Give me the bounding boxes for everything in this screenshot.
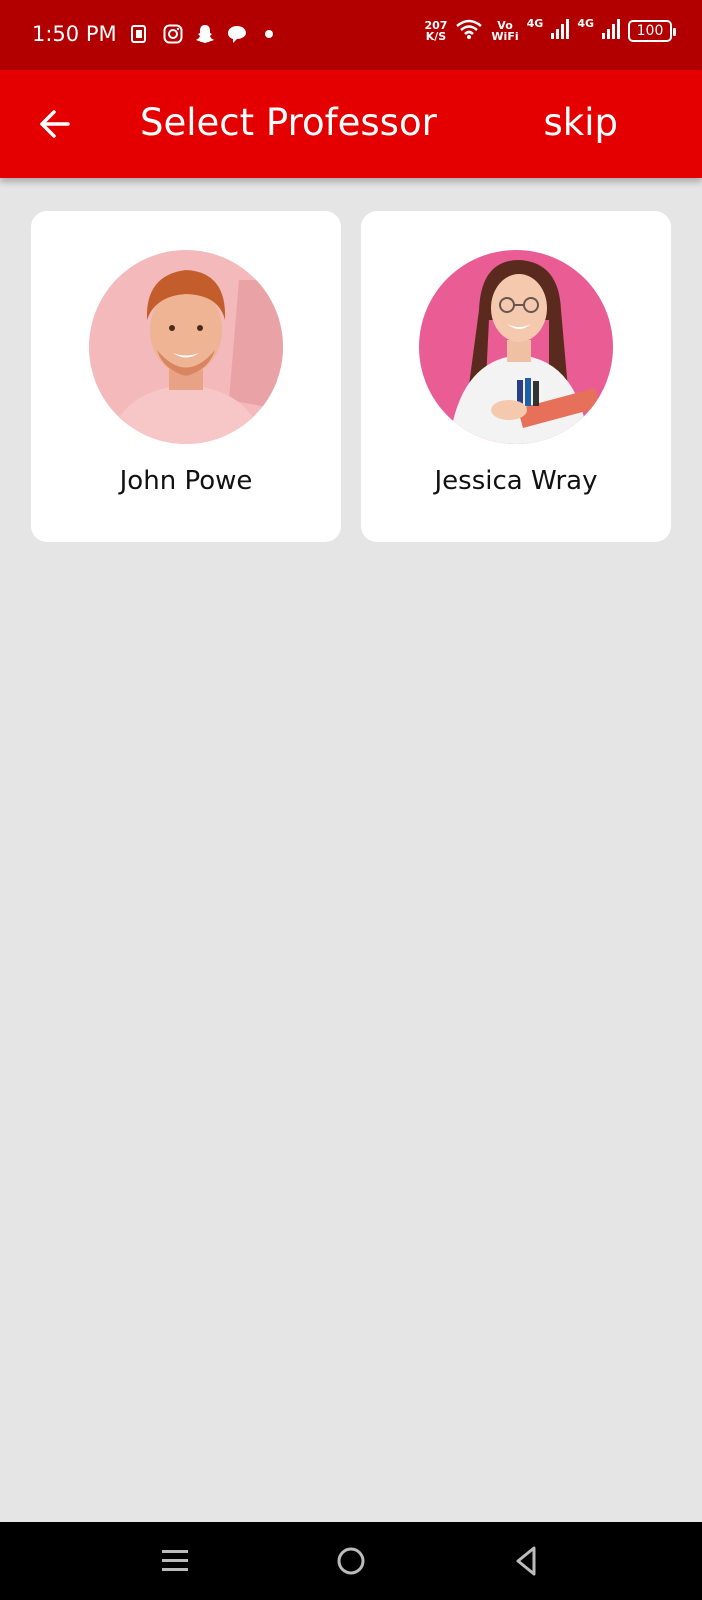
snapchat-icon (195, 24, 215, 44)
professor-grid: John Powe Jessica Wray (31, 211, 671, 542)
page-title: Select Professor (140, 101, 437, 144)
instagram-icon (163, 24, 183, 44)
network-type-2: 4G (577, 16, 594, 30)
status-bar: 1:50 PM 207 K/S Vo WiFi 4G 4G 100 (0, 0, 702, 70)
app-bar: Select Professor skip (0, 70, 702, 178)
signal-icon-1 (551, 18, 570, 44)
wifi-icon (455, 18, 483, 44)
notification-icons (131, 24, 279, 44)
battery-level: 100 (636, 23, 664, 39)
recent-apps-icon[interactable] (158, 1544, 192, 1578)
avatar (419, 250, 613, 444)
home-icon[interactable] (334, 1544, 368, 1578)
skip-button[interactable]: skip (544, 101, 618, 144)
dot-icon (259, 24, 279, 44)
professor-card[interactable]: Jessica Wray (361, 211, 671, 542)
professor-name: John Powe (119, 466, 253, 496)
professor-name: Jessica Wray (434, 466, 598, 496)
navigation-bar (0, 1522, 702, 1600)
avatar (89, 250, 283, 444)
status-time: 1:50 PM (32, 22, 117, 46)
battery-icon: 100 (628, 20, 676, 42)
professor-card[interactable]: John Powe (31, 211, 341, 542)
app-notification-icon (131, 24, 151, 44)
chat-icon (227, 24, 247, 44)
signal-icon-2 (602, 18, 620, 44)
back-arrow-icon[interactable] (36, 104, 76, 144)
network-speed: 207 K/S (424, 19, 448, 43)
network-type-1: 4G (526, 16, 544, 30)
status-right: 207 K/S Vo WiFi 4G 4G 100 (424, 16, 676, 44)
back-nav-icon[interactable] (510, 1544, 544, 1578)
vowifi-indicator: Vo WiFi (491, 19, 519, 43)
